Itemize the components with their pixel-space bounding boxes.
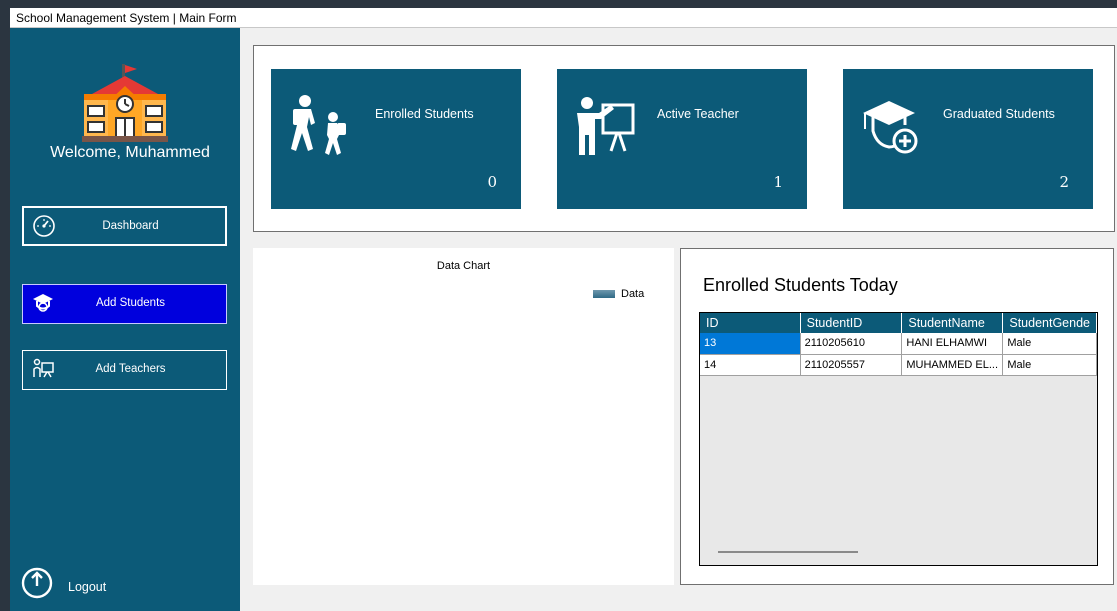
logout-label: Logout [68, 580, 107, 594]
main-form-window: School Management System | Main Form Wel… [0, 0, 1117, 611]
data-chart-panel: Data Chart Data [253, 248, 674, 585]
add-students-label: Add Students [95, 297, 166, 309]
cell-id[interactable]: 13 [700, 333, 801, 355]
graduated-students-count: 2 [1059, 173, 1069, 191]
legend-label: Data [621, 288, 645, 300]
table-row[interactable]: 13 2110205610 HANI ELHAMWI Male [700, 333, 1097, 355]
cell-studentgender[interactable]: Male [1002, 354, 1097, 376]
dashboard-label: Dashboard [102, 220, 159, 232]
cell-studentname[interactable]: MUHAMMED EL... [901, 354, 1004, 376]
cell-studentid[interactable]: 2110205610 [800, 333, 903, 355]
teacher-presentation-icon [577, 97, 635, 155]
cell-studentname[interactable]: HANI ELHAMWI [901, 333, 1004, 355]
power-icon [21, 567, 53, 599]
dashboard-button[interactable]: Dashboard [22, 206, 227, 246]
main-content: Enrolled Students 0 Active Teacher 1 Gra… [240, 28, 1117, 611]
chart-title: Data Chart [436, 260, 491, 272]
enrolled-students-card: Enrolled Students 0 [271, 69, 521, 209]
horizontal-scrollbar[interactable] [718, 551, 858, 553]
logout-button[interactable]: Logout [20, 566, 120, 602]
active-teacher-title: Active Teacher [657, 107, 739, 121]
active-teacher-count: 1 [773, 173, 783, 191]
table-row[interactable]: 14 2110205557 MUHAMMED EL... Male [700, 354, 1097, 376]
graduated-students-card: Graduated Students 2 [843, 69, 1093, 209]
enrolled-today-heading: Enrolled Students Today [703, 275, 898, 295]
welcome-label: Welcome, Muhammed [50, 144, 210, 161]
column-header-studentid[interactable]: StudentID [800, 313, 903, 333]
legend-swatch [593, 290, 615, 298]
school-building-icon [82, 64, 168, 142]
sidebar: Welcome, Muhammed Dashboard Add Students [10, 28, 240, 611]
summary-cards-panel: Enrolled Students 0 Active Teacher 1 Gra… [253, 45, 1115, 232]
enrolled-today-panel: Enrolled Students Today ID StudentID Stu… [680, 248, 1114, 585]
graduated-students-title: Graduated Students [943, 107, 1055, 121]
table-header-row: ID StudentID StudentName StudentGende [700, 313, 1097, 333]
students-data-grid[interactable]: ID StudentID StudentName StudentGende 13… [699, 312, 1098, 566]
column-header-studentname[interactable]: StudentName [901, 313, 1004, 333]
enrolled-students-count: 0 [487, 173, 497, 191]
column-header-id[interactable]: ID [700, 313, 801, 333]
graduation-cap-add-icon [863, 101, 918, 154]
active-teacher-card: Active Teacher 1 [557, 69, 807, 209]
cell-id[interactable]: 14 [700, 354, 801, 376]
column-header-studentgender[interactable]: StudentGende [1002, 313, 1097, 333]
enrolled-students-title: Enrolled Students [375, 107, 474, 121]
students-table: ID StudentID StudentName StudentGende 13… [700, 313, 1097, 376]
cell-studentgender[interactable]: Male [1002, 333, 1097, 355]
add-students-button[interactable]: Add Students [22, 284, 227, 324]
title-bar: School Management System | Main Form [10, 8, 1117, 28]
add-teachers-label: Add Teachers [95, 363, 166, 375]
cell-studentid[interactable]: 2110205557 [800, 354, 903, 376]
walking-students-icon [291, 95, 346, 155]
add-teachers-button[interactable]: Add Teachers [22, 350, 227, 390]
window-title: School Management System | Main Form [16, 11, 237, 25]
